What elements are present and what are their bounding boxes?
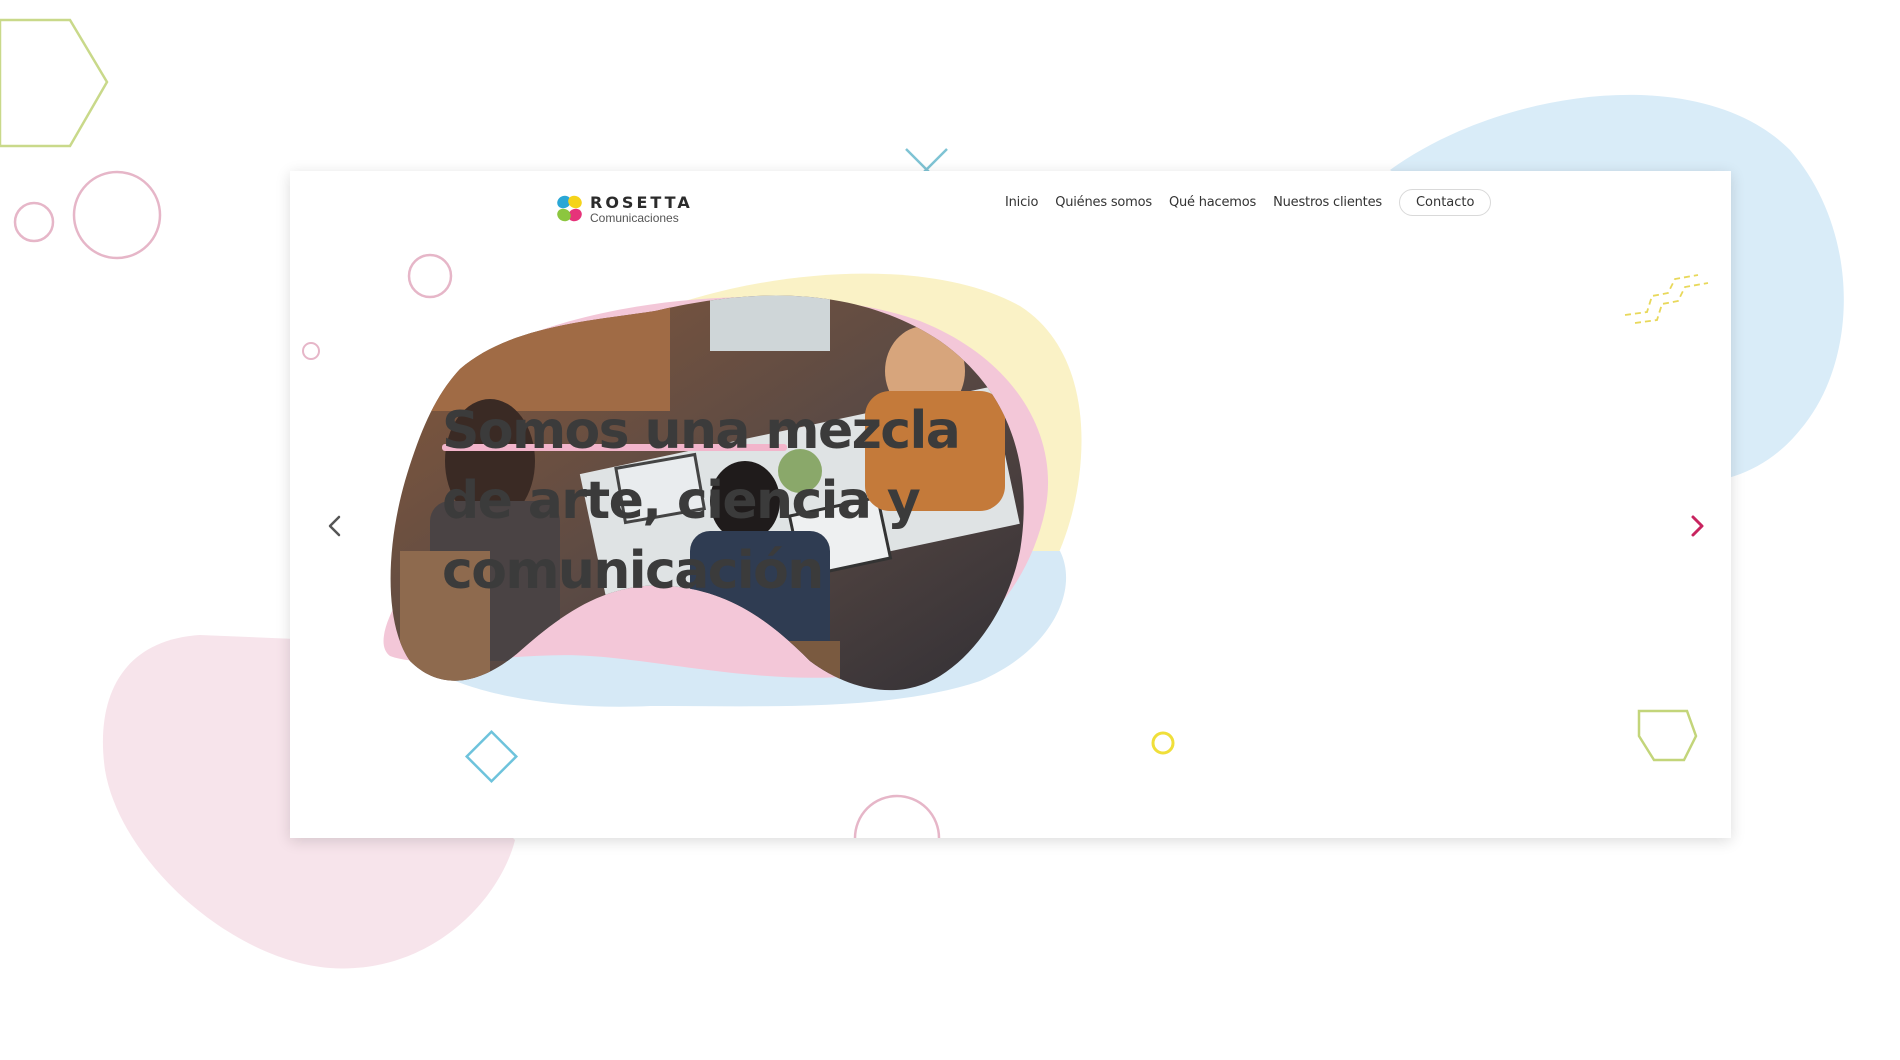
nav-link-quienes-somos[interactable]: Quiénes somos: [1055, 195, 1152, 210]
deco-circle-pink: [407, 253, 453, 299]
brand-logo[interactable]: ROSETTA Comunicaciones: [554, 193, 693, 225]
logo-subtitle: Comunicaciones: [590, 210, 679, 225]
chevron-right-icon: [1691, 515, 1704, 537]
logo-name: ROSETTA: [590, 192, 693, 212]
deco-diamond-blue: [464, 729, 519, 784]
deco-circle-tiny: [302, 342, 320, 360]
bg-circle-small: [13, 201, 55, 243]
deco-zigzag-yellow: [1624, 274, 1709, 324]
bg-hexagon-green: [0, 18, 109, 148]
carousel-next-button[interactable]: [1682, 506, 1712, 546]
deco-circle-bottom: [853, 794, 941, 838]
chevron-left-icon: [328, 515, 341, 537]
headline-text-2: de arte, ciencia y: [442, 471, 921, 531]
nav-link-nuestros-clientes[interactable]: Nuestros clientes: [1273, 195, 1382, 210]
rosetta-logo-icon: [557, 195, 582, 222]
main-nav: Inicio Quiénes somos Qué hacemos Nuestro…: [1005, 189, 1492, 216]
headline-text-1: Somos una mezcla: [442, 401, 961, 461]
carousel-prev-button[interactable]: [320, 506, 350, 546]
nav-link-inicio[interactable]: Inicio: [1005, 195, 1038, 210]
deco-hexagon-green: [1637, 709, 1698, 762]
website-preview-card: ROSETTA Comunicaciones Inicio Quiénes so…: [290, 171, 1731, 838]
contact-button[interactable]: Contacto: [1398, 189, 1492, 216]
hero-headline: Somos una mezcla de arte, ciencia y comu…: [442, 396, 1002, 606]
headline-line-1: Somos una mezcla: [442, 396, 1002, 466]
headline-text-3: comunicación: [442, 541, 824, 601]
headline-line-2: de arte, ciencia y: [442, 466, 1002, 536]
deco-circle-yellow: [1151, 731, 1175, 755]
bg-circle-large: [72, 170, 162, 260]
nav-link-que-hacemos[interactable]: Qué hacemos: [1169, 195, 1256, 210]
headline-line-3: comunicación: [442, 536, 1002, 606]
